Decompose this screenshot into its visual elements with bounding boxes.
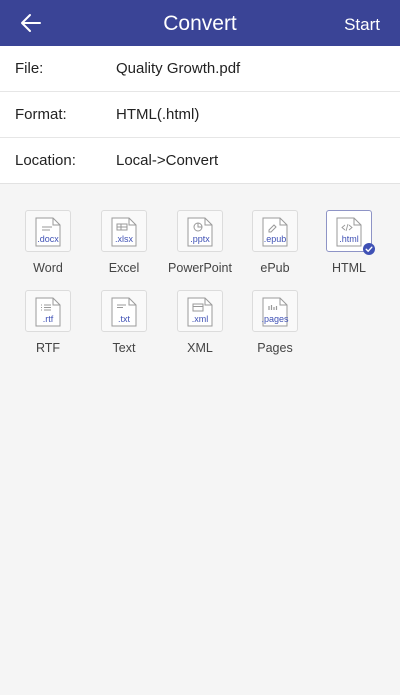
location-row[interactable]: Location: Local->Convert (0, 138, 400, 183)
format-option-rtf[interactable]: .rtf RTF (10, 290, 86, 360)
format-option-pages[interactable]: .pages Pages (237, 290, 313, 360)
format-icon-box: .epub (252, 210, 298, 252)
format-icon-box: .txt (101, 290, 147, 332)
page-title: Convert (163, 12, 237, 35)
format-icon-box: .xml (177, 290, 223, 332)
format-extension: .epub (263, 234, 287, 244)
format-extension: .pptx (190, 234, 210, 244)
format-value: HTML(.html) (116, 106, 200, 123)
format-extension: .xml (191, 314, 209, 324)
format-name: Excel (108, 261, 140, 275)
file-value: Quality Growth.pdf (116, 60, 241, 77)
format-icon-box: .pages (252, 290, 298, 332)
start-button[interactable]: Start (344, 0, 380, 46)
format-name: RTF (35, 341, 61, 355)
check-badge-icon (363, 243, 375, 255)
location-label: Location: (15, 152, 76, 169)
format-name: ePub (260, 261, 290, 275)
format-icon-box: .xlsx (101, 210, 147, 252)
format-name: HTML (331, 261, 367, 275)
file-row: File: Quality Growth.pdf (0, 46, 400, 92)
format-option-html[interactable]: .html HTML (311, 210, 387, 280)
format-extension: .pages (261, 314, 289, 324)
format-name: XML (187, 341, 213, 355)
format-row[interactable]: Format: HTML(.html) (0, 92, 400, 138)
format-option-text[interactable]: .txt Text (86, 290, 162, 360)
format-extension: .xlsx (115, 234, 133, 244)
format-option-epub[interactable]: .epub ePub (237, 210, 313, 280)
format-icon-box: .pptx (177, 210, 223, 252)
top-bar: Convert Start (0, 0, 400, 46)
format-name: PowerPoint (168, 261, 232, 275)
format-option-excel[interactable]: .xlsx Excel (86, 210, 162, 280)
format-option-xml[interactable]: .xml XML (162, 290, 238, 360)
format-icon-box: .rtf (25, 290, 71, 332)
conversion-info: File: Quality Growth.pdf Format: HTML(.h… (0, 46, 400, 184)
format-icon-box: .docx (25, 210, 71, 252)
location-value: Local->Convert (116, 152, 219, 169)
format-name: Pages (257, 341, 293, 355)
file-label: File: (15, 60, 44, 77)
format-name: Text (112, 341, 136, 355)
format-option-powerpoint[interactable]: .pptx PowerPoint (162, 210, 238, 280)
format-extension: .txt (117, 314, 130, 324)
format-name: Word (33, 261, 63, 275)
format-extension: .docx (37, 234, 59, 244)
format-option-word[interactable]: .docx Word (10, 210, 86, 280)
format-label: Format: (15, 106, 67, 123)
format-extension: .rtf (42, 314, 54, 324)
